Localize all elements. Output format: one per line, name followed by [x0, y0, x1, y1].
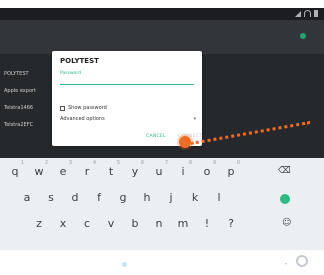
tap-indicator — [179, 136, 191, 148]
key[interactable]: n — [148, 214, 170, 234]
key[interactable]: w2 — [28, 160, 50, 182]
advanced-options-toggle[interactable]: Advanced options — [60, 116, 105, 122]
status-icons — [295, 10, 318, 17]
battery-icon — [314, 10, 318, 17]
signal-icon — [295, 10, 301, 17]
key[interactable]: l — [208, 188, 230, 208]
key[interactable]: ! — [196, 214, 218, 234]
show-password-row[interactable]: Show password — [60, 105, 107, 111]
enter-key-icon[interactable] — [280, 194, 290, 204]
key[interactable]: m — [172, 214, 194, 234]
nav-dot-icon — [122, 262, 127, 267]
bottom-bar — [0, 250, 324, 275]
onscreen-keyboard: q1 w2 e3 r4 t5 y6 u7 i8 o9 p0 ⌫ a s d f … — [0, 158, 324, 250]
key[interactable]: h — [136, 188, 158, 208]
key[interactable]: c — [76, 214, 98, 234]
dialog-title: POLYTEST — [60, 57, 99, 65]
key[interactable]: y6 — [124, 160, 146, 182]
key[interactable]: q1 — [4, 160, 26, 182]
key[interactable]: z — [28, 214, 50, 234]
key[interactable]: ? — [220, 214, 242, 234]
password-field[interactable] — [60, 84, 194, 85]
key[interactable]: o9 — [196, 160, 218, 182]
cancel-button[interactable]: CANCEL — [146, 134, 166, 139]
key[interactable]: b — [124, 214, 146, 234]
status-bar — [0, 8, 324, 20]
key[interactable]: r4 — [76, 160, 98, 182]
password-field-label: Password — [60, 71, 82, 76]
chevron-down-icon[interactable]: ▾ — [193, 116, 196, 122]
key[interactable]: g — [112, 188, 134, 208]
key[interactable]: a — [16, 188, 38, 208]
tablet-screen: POLYTEST Apple export Telstra1466 Telstr… — [0, 8, 324, 250]
key[interactable]: p0 — [220, 160, 242, 182]
key[interactable]: x — [52, 214, 74, 234]
wifi-password-dialog: POLYTEST Password Show password Advanced… — [52, 51, 202, 146]
backspace-key[interactable]: ⌫ — [278, 166, 291, 176]
show-password-label: Show password — [68, 105, 107, 111]
key[interactable]: f — [88, 188, 110, 208]
small-nav-icon: • — [284, 261, 288, 268]
home-nav-icon[interactable] — [296, 255, 308, 267]
key[interactable]: t5 — [100, 160, 122, 182]
key[interactable]: j — [160, 188, 182, 208]
screenshot-page: POLYTEST Apple export Telstra1466 Telstr… — [0, 0, 324, 275]
key[interactable]: u7 — [148, 160, 170, 182]
top-band — [0, 0, 324, 8]
key[interactable]: d — [64, 188, 86, 208]
key[interactable]: k — [184, 188, 206, 208]
wifi-icon — [304, 10, 311, 17]
key[interactable]: s — [40, 188, 62, 208]
emoji-key[interactable]: ☺ — [282, 218, 291, 228]
key[interactable]: i8 — [172, 160, 194, 182]
key[interactable]: e3 — [52, 160, 74, 182]
show-password-checkbox[interactable] — [60, 105, 65, 111]
key[interactable]: v — [100, 214, 122, 234]
